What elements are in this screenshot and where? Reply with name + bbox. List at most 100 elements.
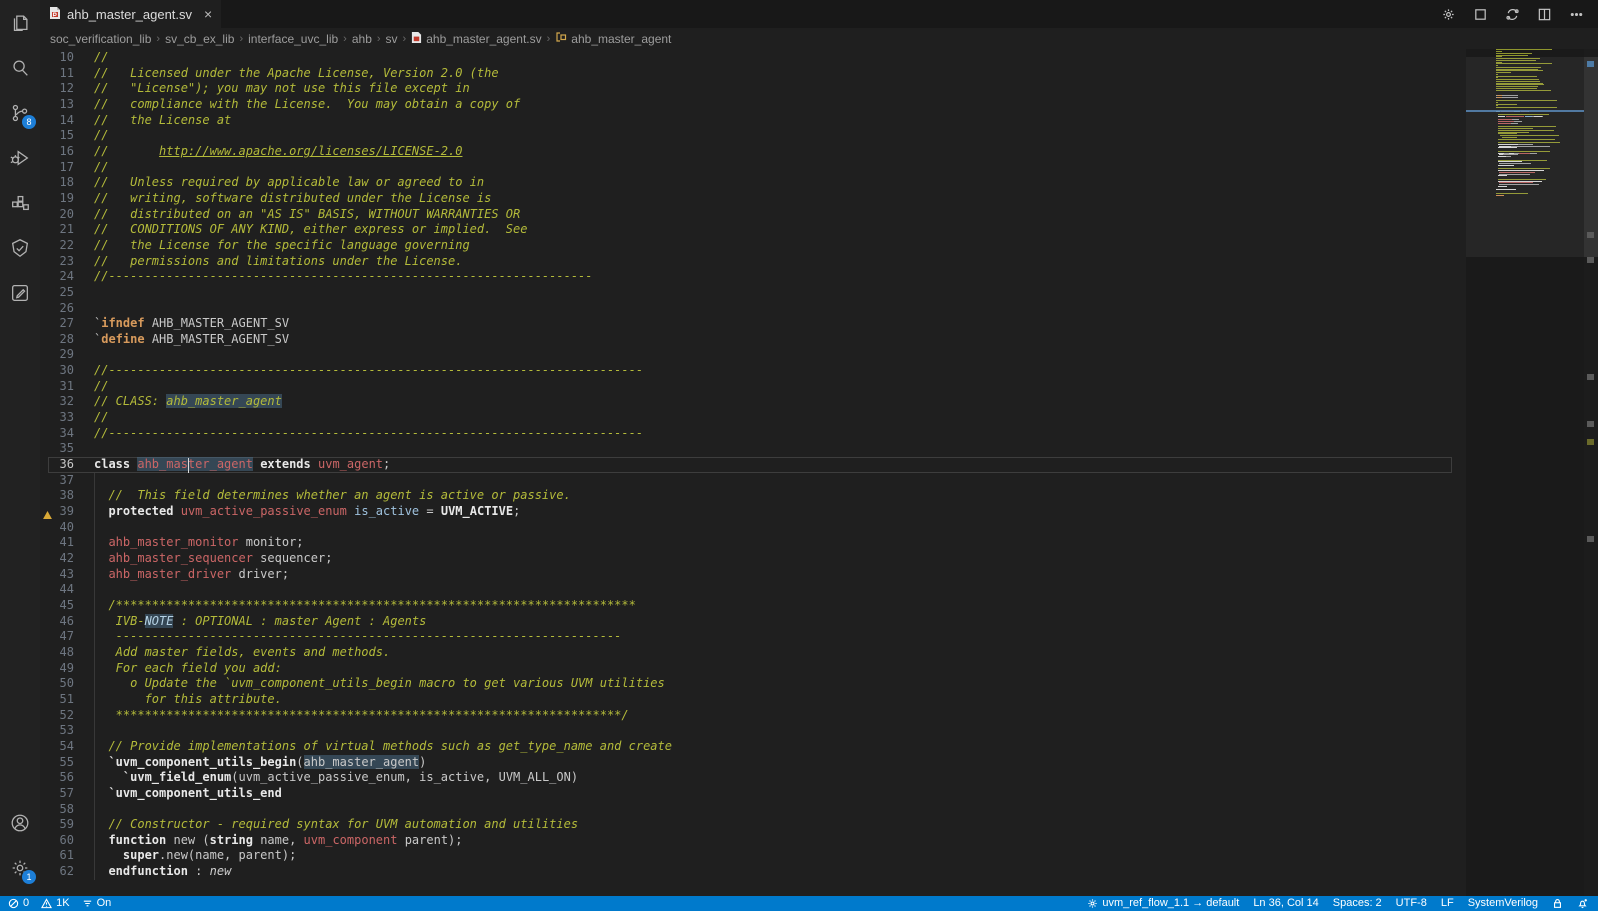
breadcrumb-item-ahb[interactable]: ahb xyxy=(352,32,372,46)
line-number[interactable]: 60 xyxy=(40,833,94,849)
code-line-36[interactable]: class ahb_master_agent extends uvm_agent… xyxy=(94,457,1466,473)
code-line-24[interactable]: //--------------------------------------… xyxy=(94,269,1466,285)
code-line-62[interactable]: endfunction : new xyxy=(94,864,1466,880)
code-line-43[interactable]: ahb_master_driver driver; xyxy=(94,567,1466,583)
editor-gutter[interactable]: 1011121314151617181920212223242526272829… xyxy=(40,50,94,880)
code-line-31[interactable]: // xyxy=(94,379,1466,395)
code-line-26[interactable] xyxy=(94,301,1466,317)
line-number[interactable]: 28 xyxy=(40,332,94,348)
line-number[interactable]: 25 xyxy=(40,285,94,301)
line-number[interactable]: 21 xyxy=(40,222,94,238)
source-control-icon[interactable]: 8 xyxy=(0,90,40,135)
sync-icon[interactable] xyxy=(1504,6,1520,22)
line-number[interactable]: 27 xyxy=(40,316,94,332)
code-line-32[interactable]: // CLASS: ahb_master_agent xyxy=(94,394,1466,410)
square-icon[interactable] xyxy=(1472,6,1488,22)
code-line-20[interactable]: // distributed on an "AS IS" BASIS, WITH… xyxy=(94,207,1466,223)
line-number[interactable]: 53 xyxy=(40,723,94,739)
line-number[interactable]: 48 xyxy=(40,645,94,661)
status-item-filter[interactable]: On xyxy=(82,896,112,911)
code-line-49[interactable]: For each field you add: xyxy=(94,661,1466,677)
line-number[interactable]: 19 xyxy=(40,191,94,207)
code-line-39[interactable]: protected uvm_active_passive_enum is_act… xyxy=(94,504,1466,520)
code-line-30[interactable]: //--------------------------------------… xyxy=(94,363,1466,379)
line-number[interactable]: 30 xyxy=(40,363,94,379)
code-line-46[interactable]: IVB-NOTE : OPTIONAL : master Agent : Age… xyxy=(94,614,1466,630)
code-editor[interactable]: 1011121314151617181920212223242526272829… xyxy=(40,49,1598,896)
more-actions-icon[interactable] xyxy=(1568,6,1584,22)
accounts-icon[interactable] xyxy=(0,800,40,845)
code-line-19[interactable]: // writing, software distributed under t… xyxy=(94,191,1466,207)
line-number[interactable]: 31 xyxy=(40,379,94,395)
tab-close-icon[interactable]: × xyxy=(204,6,212,22)
status-item-gear[interactable]: uvm_ref_flow_1.1 → default xyxy=(1087,896,1239,911)
code-line-12[interactable]: // "License"); you may not use this file… xyxy=(94,81,1466,97)
line-number[interactable]: 44 xyxy=(40,582,94,598)
code-line-21[interactable]: // CONDITIONS OF ANY KIND, either expres… xyxy=(94,222,1466,238)
line-number[interactable]: 33 xyxy=(40,410,94,426)
line-number[interactable]: 47 xyxy=(40,629,94,645)
line-number[interactable]: 43 xyxy=(40,567,94,583)
line-number[interactable]: 20 xyxy=(40,207,94,223)
code-line-10[interactable]: // xyxy=(94,50,1466,66)
line-number[interactable]: 51 xyxy=(40,692,94,708)
status-item-status-right-1[interactable]: Ln 36, Col 14 xyxy=(1253,896,1318,911)
line-number[interactable]: 50 xyxy=(40,676,94,692)
code-line-54[interactable]: // Provide implementations of virtual me… xyxy=(94,739,1466,755)
code-line-60[interactable]: function new (string name, uvm_component… xyxy=(94,833,1466,849)
breadcrumb-item-interface-uvc-lib[interactable]: interface_uvc_lib xyxy=(248,32,338,46)
code-line-33[interactable]: // xyxy=(94,410,1466,426)
code-line-11[interactable]: // Licensed under the Apache License, Ve… xyxy=(94,66,1466,82)
status-item-lock[interactable] xyxy=(1552,898,1563,909)
status-item-warning-triangle[interactable]: 1K xyxy=(41,896,69,911)
line-number[interactable]: 22 xyxy=(40,238,94,254)
line-number[interactable]: 38 xyxy=(40,488,94,504)
status-item-status-right-4[interactable]: LF xyxy=(1441,896,1454,911)
line-number[interactable]: 56 xyxy=(40,770,94,786)
code-line-57[interactable]: `uvm_component_utils_end xyxy=(94,786,1466,802)
code-line-16[interactable]: // http://www.apache.org/licenses/LICENS… xyxy=(94,144,1466,160)
line-number[interactable]: 26 xyxy=(40,301,94,317)
code-line-40[interactable] xyxy=(94,520,1466,536)
code-line-37[interactable] xyxy=(94,473,1466,489)
line-number[interactable]: 58 xyxy=(40,802,94,818)
code-line-50[interactable]: o Update the `uvm_component_utils_begin … xyxy=(94,676,1466,692)
line-number[interactable]: 42 xyxy=(40,551,94,567)
line-number[interactable]: 24 xyxy=(40,269,94,285)
status-item-status-right-3[interactable]: UTF-8 xyxy=(1396,896,1427,911)
code-line-45[interactable]: /***************************************… xyxy=(94,598,1466,614)
line-number[interactable]: 10 xyxy=(40,50,94,66)
line-number[interactable]: 12 xyxy=(40,81,94,97)
settings-gear-icon[interactable] xyxy=(1440,6,1456,22)
line-number[interactable]: 62 xyxy=(40,864,94,880)
line-number[interactable]: 39 xyxy=(40,504,94,520)
line-number[interactable]: 59 xyxy=(40,817,94,833)
code-line-48[interactable]: Add master fields, events and methods. xyxy=(94,645,1466,661)
run-debug-icon[interactable] xyxy=(0,135,40,180)
search-icon[interactable] xyxy=(0,45,40,90)
line-number[interactable]: 40 xyxy=(40,520,94,536)
status-item-bell-dot[interactable] xyxy=(1577,898,1588,909)
breadcrumb-item-ahb-master-agent[interactable]: ahb_master_agent xyxy=(555,31,671,46)
code-line-44[interactable] xyxy=(94,582,1466,598)
minimap[interactable] xyxy=(1466,49,1584,896)
code-line-29[interactable] xyxy=(94,347,1466,363)
code-line-56[interactable]: `uvm_field_enum(uvm_active_passive_enum,… xyxy=(94,770,1466,786)
split-editor-icon[interactable] xyxy=(1536,6,1552,22)
editor-content[interactable]: //// Licensed under the Apache License, … xyxy=(94,50,1466,880)
status-item-error-circle[interactable]: 0 xyxy=(8,896,29,911)
scrollbar-slider[interactable] xyxy=(1584,57,1598,257)
line-number[interactable]: 49 xyxy=(40,661,94,677)
line-number[interactable]: 17 xyxy=(40,160,94,176)
code-line-15[interactable]: // xyxy=(94,128,1466,144)
tab-ahb-master-agent[interactable]: ahb_master_agent.sv × xyxy=(40,0,221,28)
code-line-27[interactable]: `ifndef AHB_MASTER_AGENT_SV xyxy=(94,316,1466,332)
line-number[interactable]: 57 xyxy=(40,786,94,802)
line-number[interactable]: 37 xyxy=(40,473,94,489)
code-line-55[interactable]: `uvm_component_utils_begin(ahb_master_ag… xyxy=(94,755,1466,771)
code-line-17[interactable]: // xyxy=(94,160,1466,176)
code-line-18[interactable]: // Unless required by applicable law or … xyxy=(94,175,1466,191)
code-line-53[interactable] xyxy=(94,723,1466,739)
line-number[interactable]: 36 xyxy=(40,457,94,473)
code-line-14[interactable]: // the License at xyxy=(94,113,1466,129)
